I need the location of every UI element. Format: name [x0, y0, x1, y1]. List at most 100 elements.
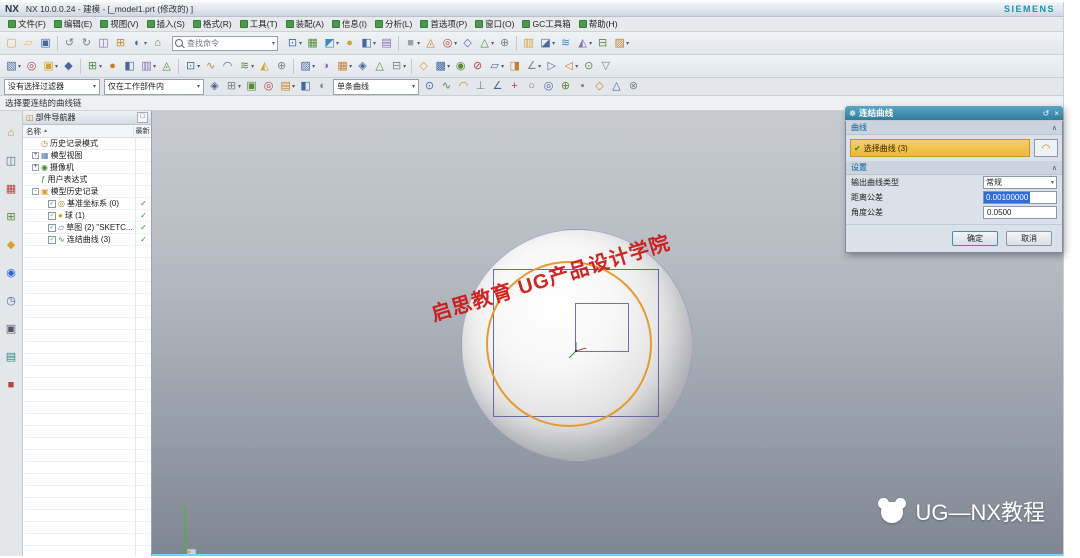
new-file-button[interactable]: ▢: [4, 34, 19, 52]
column-uptodate[interactable]: 最新: [133, 126, 151, 136]
menu-item[interactable]: 格式(R): [189, 17, 236, 31]
tool-button[interactable]: ◎: [261, 78, 276, 96]
process-studio-button[interactable]: ▤: [4, 349, 19, 365]
menu-item[interactable]: 信息(I): [328, 17, 371, 31]
tool-button[interactable]: ▨▾: [612, 34, 630, 52]
home-view-button[interactable]: ⌂: [150, 34, 165, 52]
tool-button[interactable]: ◭: [257, 57, 272, 75]
paste-button[interactable]: ⊞: [113, 34, 128, 52]
tool-button[interactable]: ▤▾: [278, 78, 296, 96]
render-style-button[interactable]: ◐▾: [130, 34, 148, 52]
tool-button[interactable]: ⊞▾: [85, 57, 103, 75]
search-input[interactable]: [185, 38, 263, 49]
tool-button[interactable]: ◭▾: [575, 34, 593, 52]
reuse-library-button[interactable]: ⊞: [4, 209, 19, 225]
tool-button[interactable]: ◧▾: [359, 34, 377, 52]
output-type-select[interactable]: 常规 ▾: [983, 176, 1057, 189]
tool-button[interactable]: ◎: [541, 78, 556, 96]
hd3d-tools-button[interactable]: ◆: [4, 237, 19, 253]
cancel-button[interactable]: 取消: [1006, 231, 1052, 246]
tool-button[interactable]: ⊕: [274, 57, 289, 75]
menu-item[interactable]: 窗口(O): [471, 17, 518, 31]
tool-button[interactable]: ◑: [318, 57, 333, 75]
tool-button[interactable]: ▽: [598, 57, 613, 75]
tool-button[interactable]: ⊙: [422, 78, 437, 96]
tool-button[interactable]: +: [507, 78, 522, 96]
part-navigator-button[interactable]: ▦: [4, 181, 19, 197]
tool-button[interactable]: ◈: [355, 57, 370, 75]
navigator-column-headers[interactable]: 名称 ▲ 最新: [23, 125, 151, 138]
curve-pick-button[interactable]: ◠: [1034, 139, 1058, 157]
tree-row[interactable]: ◷历史记录模式: [23, 138, 151, 150]
tool-button[interactable]: ⊗: [626, 78, 641, 96]
section-settings[interactable]: 设置 ∧: [846, 161, 1062, 175]
tool-button[interactable]: ◠: [220, 57, 235, 75]
tool-button[interactable]: ⊞▾: [224, 78, 242, 96]
tool-button[interactable]: ▩▾: [433, 57, 451, 75]
roles-button[interactable]: ■: [4, 377, 19, 393]
tool-button[interactable]: ◬: [423, 34, 438, 52]
tool-button[interactable]: ◇: [592, 78, 607, 96]
tool-button[interactable]: ▣▾: [41, 57, 59, 75]
tool-button[interactable]: ≋▾: [237, 57, 255, 75]
menu-item[interactable]: 首选项(P): [416, 17, 471, 31]
select-curve-field[interactable]: ✔ 选择曲线 (3): [850, 139, 1030, 157]
tool-button[interactable]: ◉: [453, 57, 468, 75]
tool-button[interactable]: ▧▾: [4, 57, 22, 75]
tree-row[interactable]: +▦模型视图: [23, 150, 151, 162]
save-file-button[interactable]: ▣: [38, 34, 53, 52]
menu-item[interactable]: GC工具箱: [518, 17, 574, 31]
tool-button[interactable]: ⊡▾: [285, 34, 303, 52]
tool-button[interactable]: ●: [342, 34, 357, 52]
tool-button[interactable]: ▥: [521, 34, 536, 52]
tool-button[interactable]: ⊙: [581, 57, 596, 75]
tool-button[interactable]: ◁▾: [561, 57, 579, 75]
menu-item[interactable]: 插入(S): [143, 17, 189, 31]
tool-button[interactable]: ■▾: [403, 34, 421, 52]
copy-button[interactable]: ◫: [96, 34, 111, 52]
menu-item[interactable]: 分析(L): [371, 17, 416, 31]
tool-button[interactable]: ▷: [544, 57, 559, 75]
expand-toggle[interactable]: +: [32, 164, 39, 171]
system-scenes-button[interactable]: ▣: [4, 321, 19, 337]
tree-row[interactable]: ✓▱草图 (2) "SKETC...✓: [23, 222, 151, 234]
tool-button[interactable]: ◇: [460, 34, 475, 52]
tool-button[interactable]: ◠: [456, 78, 471, 96]
tool-button[interactable]: ▤: [379, 34, 394, 52]
tool-button[interactable]: ⊟▾: [389, 57, 407, 75]
tool-button[interactable]: ◧: [298, 78, 313, 96]
tool-button[interactable]: ⊡▾: [183, 57, 201, 75]
visibility-checkbox[interactable]: ✓: [48, 212, 56, 220]
dialog-titlebar[interactable]: ☸ 连结曲线 ↺ ×: [845, 106, 1063, 120]
web-browser-button[interactable]: ◉: [4, 265, 19, 281]
collapse-chevron-icon[interactable]: ∧: [1052, 164, 1057, 172]
tool-button[interactable]: ◈: [207, 78, 222, 96]
tree-row[interactable]: ✓●球 (1)✓: [23, 210, 151, 222]
tool-button[interactable]: ⊘: [470, 57, 485, 75]
tree-row[interactable]: +◉摄像机: [23, 162, 151, 174]
panel-pin-button[interactable]: □: [137, 112, 148, 123]
undo-button[interactable]: ↺: [62, 34, 77, 52]
tool-button[interactable]: ▣: [244, 78, 259, 96]
tool-button[interactable]: ⊥: [473, 78, 488, 96]
tool-button[interactable]: △: [609, 78, 624, 96]
curve-rule-dropdown[interactable]: 单条曲线 ▾: [333, 79, 419, 95]
tool-button[interactable]: △: [372, 57, 387, 75]
visibility-checkbox[interactable]: ✓: [48, 200, 56, 208]
redo-button[interactable]: ↻: [79, 34, 94, 52]
tree-row[interactable]: ✓◎基准坐标系 (0)✓: [23, 198, 151, 210]
tool-button[interactable]: ⊟: [595, 34, 610, 52]
tool-button[interactable]: ▱▾: [487, 57, 505, 75]
tool-button[interactable]: ●: [105, 57, 120, 75]
expand-toggle[interactable]: +: [32, 152, 39, 159]
tool-button[interactable]: ◎: [24, 57, 39, 75]
open-file-button[interactable]: ▱: [21, 34, 36, 52]
tool-button[interactable]: ⊕: [558, 78, 573, 96]
tool-button[interactable]: ◪▾: [538, 34, 556, 52]
visibility-checkbox[interactable]: ✓: [48, 224, 56, 232]
tool-button[interactable]: ◬: [159, 57, 174, 75]
tool-button[interactable]: ∠: [490, 78, 505, 96]
menu-item[interactable]: 编辑(E): [50, 17, 96, 31]
section-curve[interactable]: 曲线 ∧: [846, 121, 1062, 135]
history-button[interactable]: ◷: [4, 293, 19, 309]
